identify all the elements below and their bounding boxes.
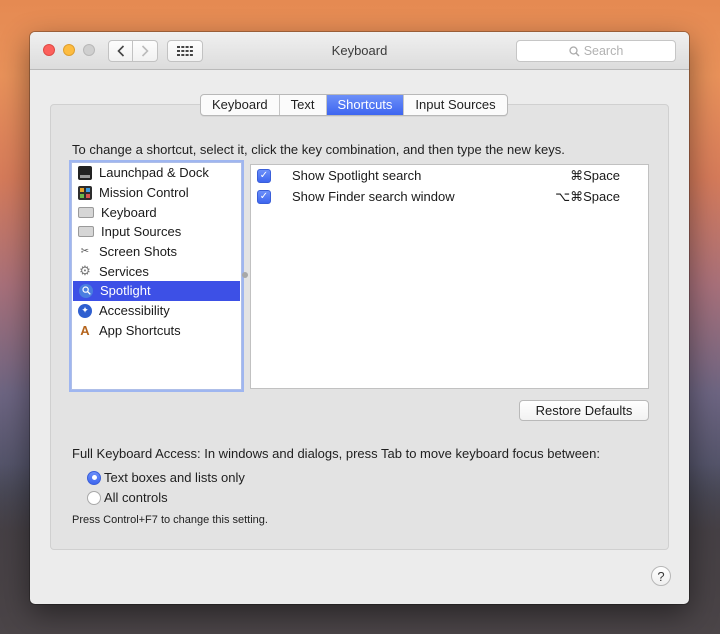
accessibility-icon: ✦ (78, 303, 92, 318)
category-label: Services (99, 263, 149, 279)
spotlight-icon (79, 283, 93, 298)
category-label: Spotlight (100, 283, 151, 299)
mission-control-icon (78, 185, 92, 200)
help-button[interactable]: ? (651, 566, 671, 586)
category-label: Input Sources (101, 224, 182, 240)
category-label: Keyboard (101, 204, 157, 220)
radio-all-controls[interactable]: All controls (87, 490, 168, 505)
instructions-text: To change a shortcut, select it, click t… (72, 142, 565, 157)
tab-shortcuts[interactable]: Shortcuts (325, 95, 404, 115)
category-item[interactable]: ✂ Screen Shots (72, 242, 241, 262)
radio-text-boxes[interactable]: Text boxes and lists only (87, 470, 245, 485)
category-item[interactable]: Input Sources (72, 222, 241, 242)
category-item[interactable]: Mission Control (72, 183, 241, 203)
category-list[interactable]: Launchpad & Dock Mission Control Keyboar… (71, 162, 242, 390)
category-label: App Shortcuts (99, 322, 181, 338)
category-item[interactable]: ✦ Accessibility (72, 301, 241, 321)
shortcut-hint-text: Press Control+F7 to change this setting. (72, 514, 268, 526)
category-label: Accessibility (99, 303, 170, 319)
tab-bar: Keyboard Text Shortcuts Input Sources (200, 94, 508, 116)
keyboard-icon (78, 206, 94, 218)
search-placeholder: Search (583, 44, 624, 58)
category-item[interactable]: Keyboard (72, 202, 241, 222)
keyboard-preferences-window: Keyboard Search Keyboard Text Shortcuts … (30, 32, 689, 604)
tab-text[interactable]: Text (278, 95, 326, 115)
shortcut-label: Show Finder search window (292, 189, 455, 204)
shortcut-checkbox[interactable]: ✓ (257, 189, 271, 204)
radio-button[interactable] (87, 490, 101, 505)
radio-button-selected[interactable] (87, 470, 101, 485)
tab-input-sources[interactable]: Input Sources (403, 95, 506, 115)
restore-defaults-button[interactable]: Restore Defaults (519, 400, 649, 421)
input-sources-icon (78, 226, 94, 238)
title-bar: Keyboard Search (30, 32, 689, 70)
shortcut-checkbox[interactable]: ✓ (257, 168, 271, 183)
category-item[interactable]: Spotlight (73, 281, 240, 301)
tab-keyboard[interactable]: Keyboard (201, 95, 279, 115)
app-shortcuts-icon: A (80, 322, 90, 338)
shortcut-label: Show Spotlight search (292, 168, 422, 183)
category-label: Screen Shots (99, 244, 178, 260)
shortcut-row[interactable]: ✓ Show Finder search window ⌥⌘Space (251, 186, 648, 207)
search-icon (569, 45, 580, 56)
radio-label: Text boxes and lists only (104, 470, 245, 485)
full-keyboard-access-label: Full Keyboard Access: In windows and dia… (72, 446, 600, 461)
category-item[interactable]: Launchpad & Dock (72, 163, 241, 183)
splitter-handle[interactable] (242, 272, 248, 278)
screen-shots-icon: ✂ (80, 246, 90, 258)
radio-label: All controls (104, 490, 168, 505)
launchpad-dock-icon (78, 165, 92, 180)
category-label: Launchpad & Dock (99, 165, 209, 181)
gear-icon: ⚙ (79, 263, 91, 279)
category-item[interactable]: ⚙ Services (72, 261, 241, 281)
category-item[interactable]: A App Shortcuts (72, 321, 241, 341)
shortcut-key[interactable]: ⌥⌘Space (555, 189, 620, 205)
category-label: Mission Control (99, 185, 189, 201)
shortcut-row[interactable]: ✓ Show Spotlight search ⌘Space (251, 165, 648, 186)
shortcut-list[interactable]: ✓ Show Spotlight search ⌘Space ✓ Show Fi… (250, 164, 649, 389)
search-field[interactable]: Search (516, 40, 676, 62)
shortcut-key[interactable]: ⌘Space (570, 168, 620, 184)
